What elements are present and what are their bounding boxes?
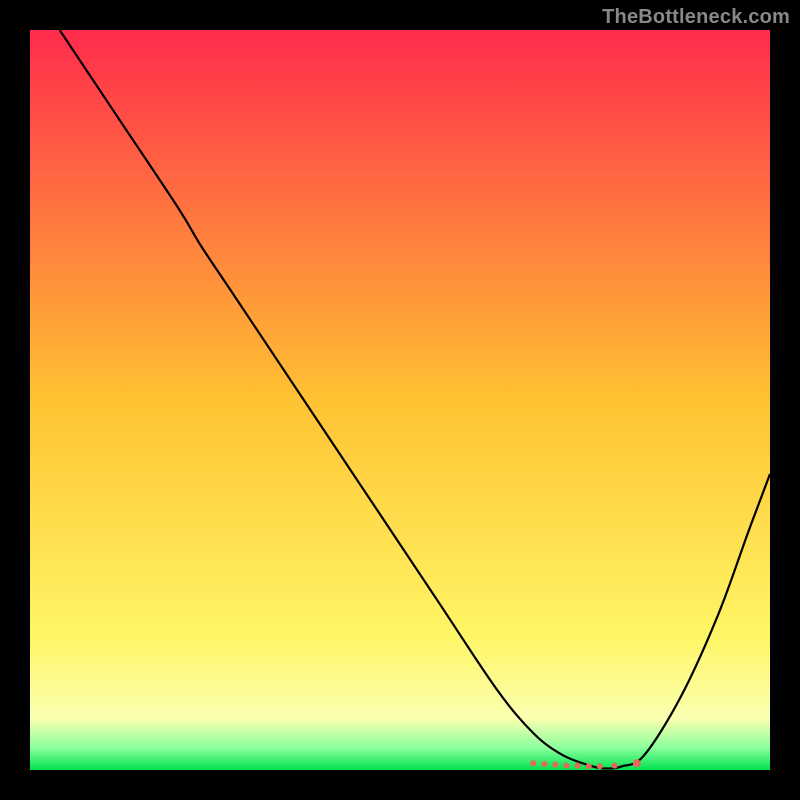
optimal-marker-dot [552, 762, 558, 768]
optimal-marker-dot [612, 763, 618, 769]
optimal-marker-dot [541, 761, 547, 767]
optimal-marker-dot [575, 763, 581, 769]
optimal-marker-dot [633, 759, 641, 767]
optimal-marker-dot [597, 763, 603, 769]
watermark-text: TheBottleneck.com [602, 6, 790, 29]
optimal-marker-dot [530, 760, 536, 766]
gradient-background [30, 30, 770, 770]
bottleneck-chart [0, 0, 800, 800]
optimal-marker-dot [586, 763, 592, 769]
optimal-marker-dot [564, 763, 570, 769]
chart-stage: TheBottleneck.com [0, 0, 800, 800]
